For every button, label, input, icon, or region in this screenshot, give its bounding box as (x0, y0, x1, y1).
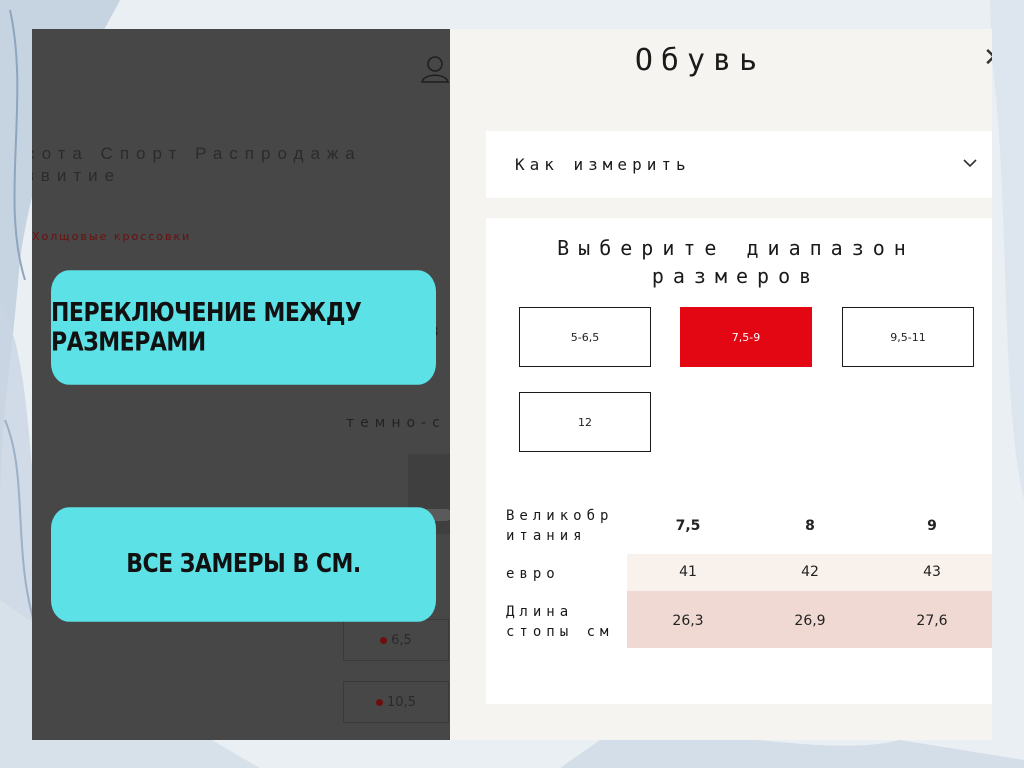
range-button-9-5-11[interactable]: 9,5-11 (842, 307, 974, 367)
callout-switch-sizes: Переключение между размерами (51, 270, 436, 385)
breadcrumb[interactable]: Холщовые кроссовки (32, 230, 191, 243)
euro-label: евро (506, 566, 560, 582)
euro-row-label: евро (506, 564, 560, 584)
nav-line-2[interactable]: звитие (32, 165, 362, 187)
modal-title: Обувь (634, 43, 766, 78)
table-cell: 42 (801, 564, 819, 580)
foot-length-label-line-1: Длина (506, 604, 574, 620)
availability-dot-icon (380, 636, 388, 644)
table-cell: 43 (923, 564, 941, 580)
table-cell: 26,3 (672, 613, 704, 629)
size-chip-label: 10,5 (387, 694, 416, 710)
chevron-down-icon[interactable] (962, 155, 978, 171)
table-cell: 7,5 (675, 518, 701, 534)
table-cell: 26,9 (794, 613, 826, 629)
range-title: Выберите диапазон размеров (486, 234, 986, 290)
range-title-line-2: размеров (651, 264, 821, 288)
table-cell: 8 (805, 518, 815, 534)
range-button-label: 7,5-9 (731, 330, 761, 344)
how-to-measure-label: Как измерить (515, 155, 691, 174)
range-button-label: 12 (578, 415, 592, 429)
foot-length-label-line-2: стопы см (506, 624, 614, 640)
range-button-5-6-5[interactable]: 5-6,5 (519, 307, 651, 367)
top-navigation[interactable]: сота Спорт Распродажа звитие (32, 143, 362, 187)
user-icon[interactable] (420, 54, 450, 84)
size-chip[interactable]: 10,5 (343, 681, 449, 723)
table-cell: 27,6 (916, 613, 948, 629)
how-to-measure-accordion[interactable]: Как измерить (486, 131, 992, 198)
size-range-card: Выберите диапазон размеров 5-6,5 7,5-9 9… (486, 218, 992, 704)
range-button-label: 9,5-11 (890, 330, 926, 344)
uk-row-label: Великобр итания (506, 506, 613, 546)
color-label: темно-с (346, 415, 446, 431)
callout-all-cm: Все замеры в см. (51, 507, 436, 622)
callout-text: Переключение между размерами (51, 298, 362, 357)
availability-dot-icon (376, 698, 384, 706)
uk-label-line-1: Великобр (506, 508, 614, 524)
size-guide-modal: Обувь ✕ Как измерить Выберите диапазон р… (450, 29, 992, 740)
uk-label-line-2: итания (506, 528, 587, 544)
range-button-label: 5-6,5 (570, 330, 600, 344)
size-chip[interactable]: 6,5 (343, 619, 449, 661)
table-cell: 41 (679, 564, 697, 580)
nav-line-1[interactable]: сота Спорт Распродажа (32, 143, 362, 165)
range-title-line-1: Выберите диапазон (557, 236, 915, 260)
callout-text: Все замеры в см. (126, 549, 361, 580)
range-button-12[interactable]: 12 (519, 392, 651, 452)
table-cell: 9 (927, 518, 937, 534)
range-button-7-5-9[interactable]: 7,5-9 (680, 307, 812, 367)
size-chip-label: 6,5 (391, 632, 412, 648)
close-icon[interactable]: ✕ (983, 43, 992, 73)
foot-length-row-label: Длина стопы см (506, 602, 613, 642)
